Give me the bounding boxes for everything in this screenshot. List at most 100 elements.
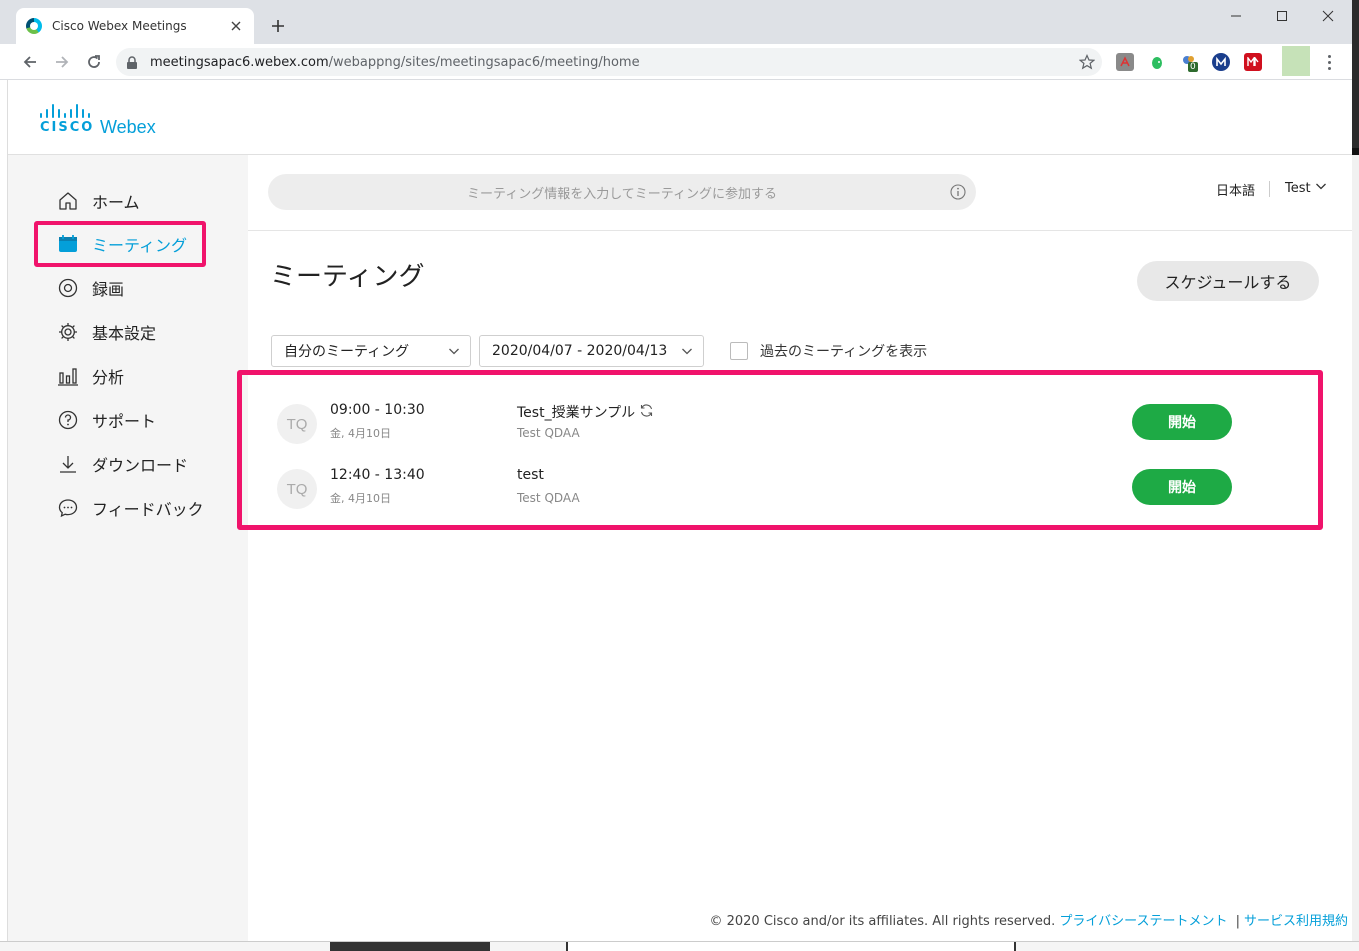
home-icon [56, 189, 80, 213]
chevron-down-icon [448, 345, 460, 357]
sidebar-item-label: ホーム [92, 193, 140, 212]
close-window-button[interactable] [1305, 4, 1351, 28]
chevron-down-icon [681, 345, 693, 357]
host-avatar: TQ [277, 404, 317, 444]
download-icon [56, 452, 80, 476]
sidebar-item-meetings[interactable]: ミーティング [56, 227, 187, 261]
analytics-icon [56, 364, 80, 388]
profile-avatar[interactable] [1282, 46, 1310, 76]
cisco-webex-logo[interactable]: CISCO Webex [38, 102, 168, 138]
desktop-background-left [0, 80, 8, 951]
page-footer: © 2020 Cisco and/or its affiliates. All … [8, 910, 1348, 929]
user-name: Test [1285, 180, 1311, 196]
new-tab-button[interactable] [266, 14, 290, 38]
tab-title: Cisco Webex Meetings [52, 19, 187, 33]
sidebar-item-feedback[interactable]: フィードバック [56, 491, 204, 525]
sidebar-item-home[interactable]: ホーム [56, 184, 140, 218]
sidebar-item-label: フィードバック [92, 500, 204, 519]
red-extension-icon[interactable] [1244, 53, 1262, 71]
address-bar[interactable]: meetingsapac6.webex.com/webappng/sites/m… [116, 48, 1102, 76]
meeting-host: Test QDAA [517, 491, 580, 505]
logo-cisco-text: CISCO [40, 120, 95, 135]
recurring-icon [639, 403, 654, 422]
desktop-taskbar-strip [0, 941, 1359, 951]
sidebar-item-analytics[interactable]: 分析 [56, 359, 124, 393]
pdf-extension-icon[interactable] [1116, 53, 1134, 71]
maximize-window-button[interactable] [1259, 4, 1305, 28]
meeting-row[interactable]: TQ 09:00 - 10:30 金, 4月10日 Test_授業サンプル Te… [252, 400, 1312, 456]
topbar-divider [1269, 181, 1270, 197]
logo-webex-text: Webex [100, 117, 156, 137]
language-selector[interactable]: 日本語 [1216, 180, 1255, 199]
date-range-select[interactable]: 2020/04/07 - 2020/04/13 [479, 335, 704, 367]
browser-titlebar: Cisco Webex Meetings [0, 0, 1359, 44]
page-title: ミーティング [270, 262, 425, 292]
user-menu[interactable]: Test [1285, 180, 1327, 196]
privacy-statement-link[interactable]: プライバシーステートメント [1059, 914, 1227, 929]
meeting-row[interactable]: TQ 12:40 - 13:40 金, 4月10日 test Test QDAA… [252, 465, 1312, 521]
start-meeting-button[interactable]: 開始 [1132, 404, 1232, 440]
lock-icon [126, 55, 140, 69]
sidebar-item-label: 分析 [92, 368, 125, 387]
cisco-bars-icon [38, 102, 96, 118]
show-past-checkbox[interactable] [730, 342, 748, 360]
sidebar-item-preferences[interactable]: 基本設定 [56, 315, 156, 349]
calendar-icon [56, 232, 80, 256]
show-past-meetings-toggle[interactable]: 過去のミーティングを表示 [730, 341, 927, 361]
search-placeholder: ミーティング情報を入力してミーティングに参加する [466, 186, 778, 202]
page-scrollbar[interactable] [1352, 155, 1359, 941]
sidebar-item-label: ミーティング [92, 236, 188, 255]
webex-page: CISCO Webex ホーム ミーティング 録画 基本設定 分析 サポート ダ… [8, 80, 1359, 941]
chevron-down-icon [1315, 180, 1327, 196]
show-past-label: 過去のミーティングを表示 [760, 344, 928, 360]
page-header: CISCO Webex [8, 80, 1352, 155]
terms-of-service-link[interactable]: サービス利用規約 [1244, 914, 1348, 929]
reload-button[interactable] [81, 49, 107, 75]
meeting-owner-select[interactable]: 自分のミーティング [271, 335, 471, 367]
recording-icon [56, 276, 80, 300]
feedback-icon [56, 496, 80, 520]
info-icon[interactable] [950, 184, 966, 200]
sidebar-item-label: 基本設定 [92, 324, 157, 343]
url-text: meetingsapac6.webex.com/webappng/sites/m… [150, 54, 640, 70]
meeting-title-link[interactable]: Test_授業サンプル [517, 402, 654, 422]
meeting-date: 金, 4月10日 [330, 492, 391, 505]
sidebar-item-label: サポート [92, 412, 157, 431]
copyright-text: © 2020 Cisco and/or its affiliates. All … [709, 914, 1056, 929]
bookmark-star-icon[interactable] [1072, 48, 1102, 76]
meeting-title-link[interactable]: test [517, 467, 544, 483]
meeting-title: Test_授業サンプル [517, 405, 636, 421]
footer-separator: | [1235, 914, 1240, 929]
meeting-date: 金, 4月10日 [330, 427, 391, 440]
content-divider [248, 230, 1352, 231]
schedule-button[interactable]: スケジュールする [1137, 261, 1319, 301]
sidebar-item-label: ダウンロード [92, 456, 189, 475]
m-extension-icon[interactable] [1212, 53, 1230, 71]
meeting-time: 12:40 - 13:40 [330, 467, 425, 483]
minimize-window-button[interactable] [1213, 4, 1259, 28]
date-range-value: 2020/04/07 - 2020/04/13 [492, 343, 668, 359]
evernote-extension-icon[interactable] [1148, 53, 1166, 71]
sidebar-item-recordings[interactable]: 録画 [56, 271, 124, 305]
join-meeting-search-input[interactable]: ミーティング情報を入力してミーティングに参加する [268, 174, 976, 210]
browser-tab[interactable]: Cisco Webex Meetings [16, 8, 254, 44]
start-meeting-button[interactable]: 開始 [1132, 469, 1232, 505]
host-avatar: TQ [277, 469, 317, 509]
browser-toolbar: meetingsapac6.webex.com/webappng/sites/m… [0, 44, 1359, 80]
sidebar-item-downloads[interactable]: ダウンロード [56, 447, 188, 481]
back-button[interactable] [17, 49, 43, 75]
sidebar-item-label: 録画 [92, 280, 125, 299]
browser-menu-icon[interactable] [1318, 50, 1340, 74]
gear-icon [56, 320, 80, 344]
close-tab-icon[interactable] [228, 18, 244, 34]
forward-button[interactable] [49, 49, 75, 75]
extension-badge-count: 0 [1188, 62, 1198, 72]
meeting-title: test [517, 467, 544, 483]
sidebar-item-support[interactable]: サポート [56, 403, 156, 437]
owner-select-value: 自分のミーティング [284, 344, 410, 360]
webex-favicon-icon [26, 18, 42, 34]
help-icon [56, 408, 80, 432]
sidebar [8, 155, 248, 941]
extension-badge-icon[interactable]: 0 [1180, 53, 1198, 72]
meeting-host: Test QDAA [517, 426, 580, 440]
